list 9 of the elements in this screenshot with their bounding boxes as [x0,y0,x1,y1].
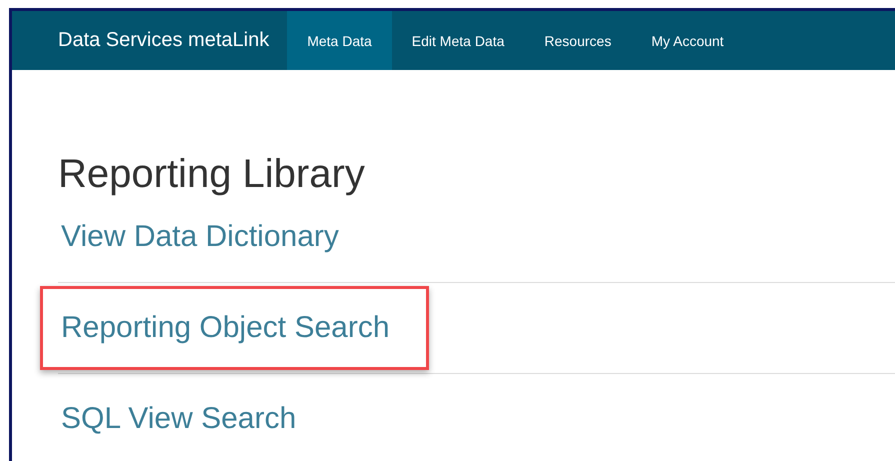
library-link[interactable]: Reporting Object Search [40,286,429,370]
nav-tab[interactable]: My Account [631,11,744,70]
library-link[interactable]: SQL View Search [40,377,336,461]
nav-tab[interactable]: Meta Data [287,11,392,70]
nav-tab[interactable]: Resources [524,11,632,70]
brand-title[interactable]: Data Services metaLink [58,11,288,70]
library-link[interactable]: View Data Dictionary [40,195,378,279]
nav-tab[interactable]: Edit Meta Data [392,11,524,70]
page-heading: Reporting Library [58,151,366,198]
